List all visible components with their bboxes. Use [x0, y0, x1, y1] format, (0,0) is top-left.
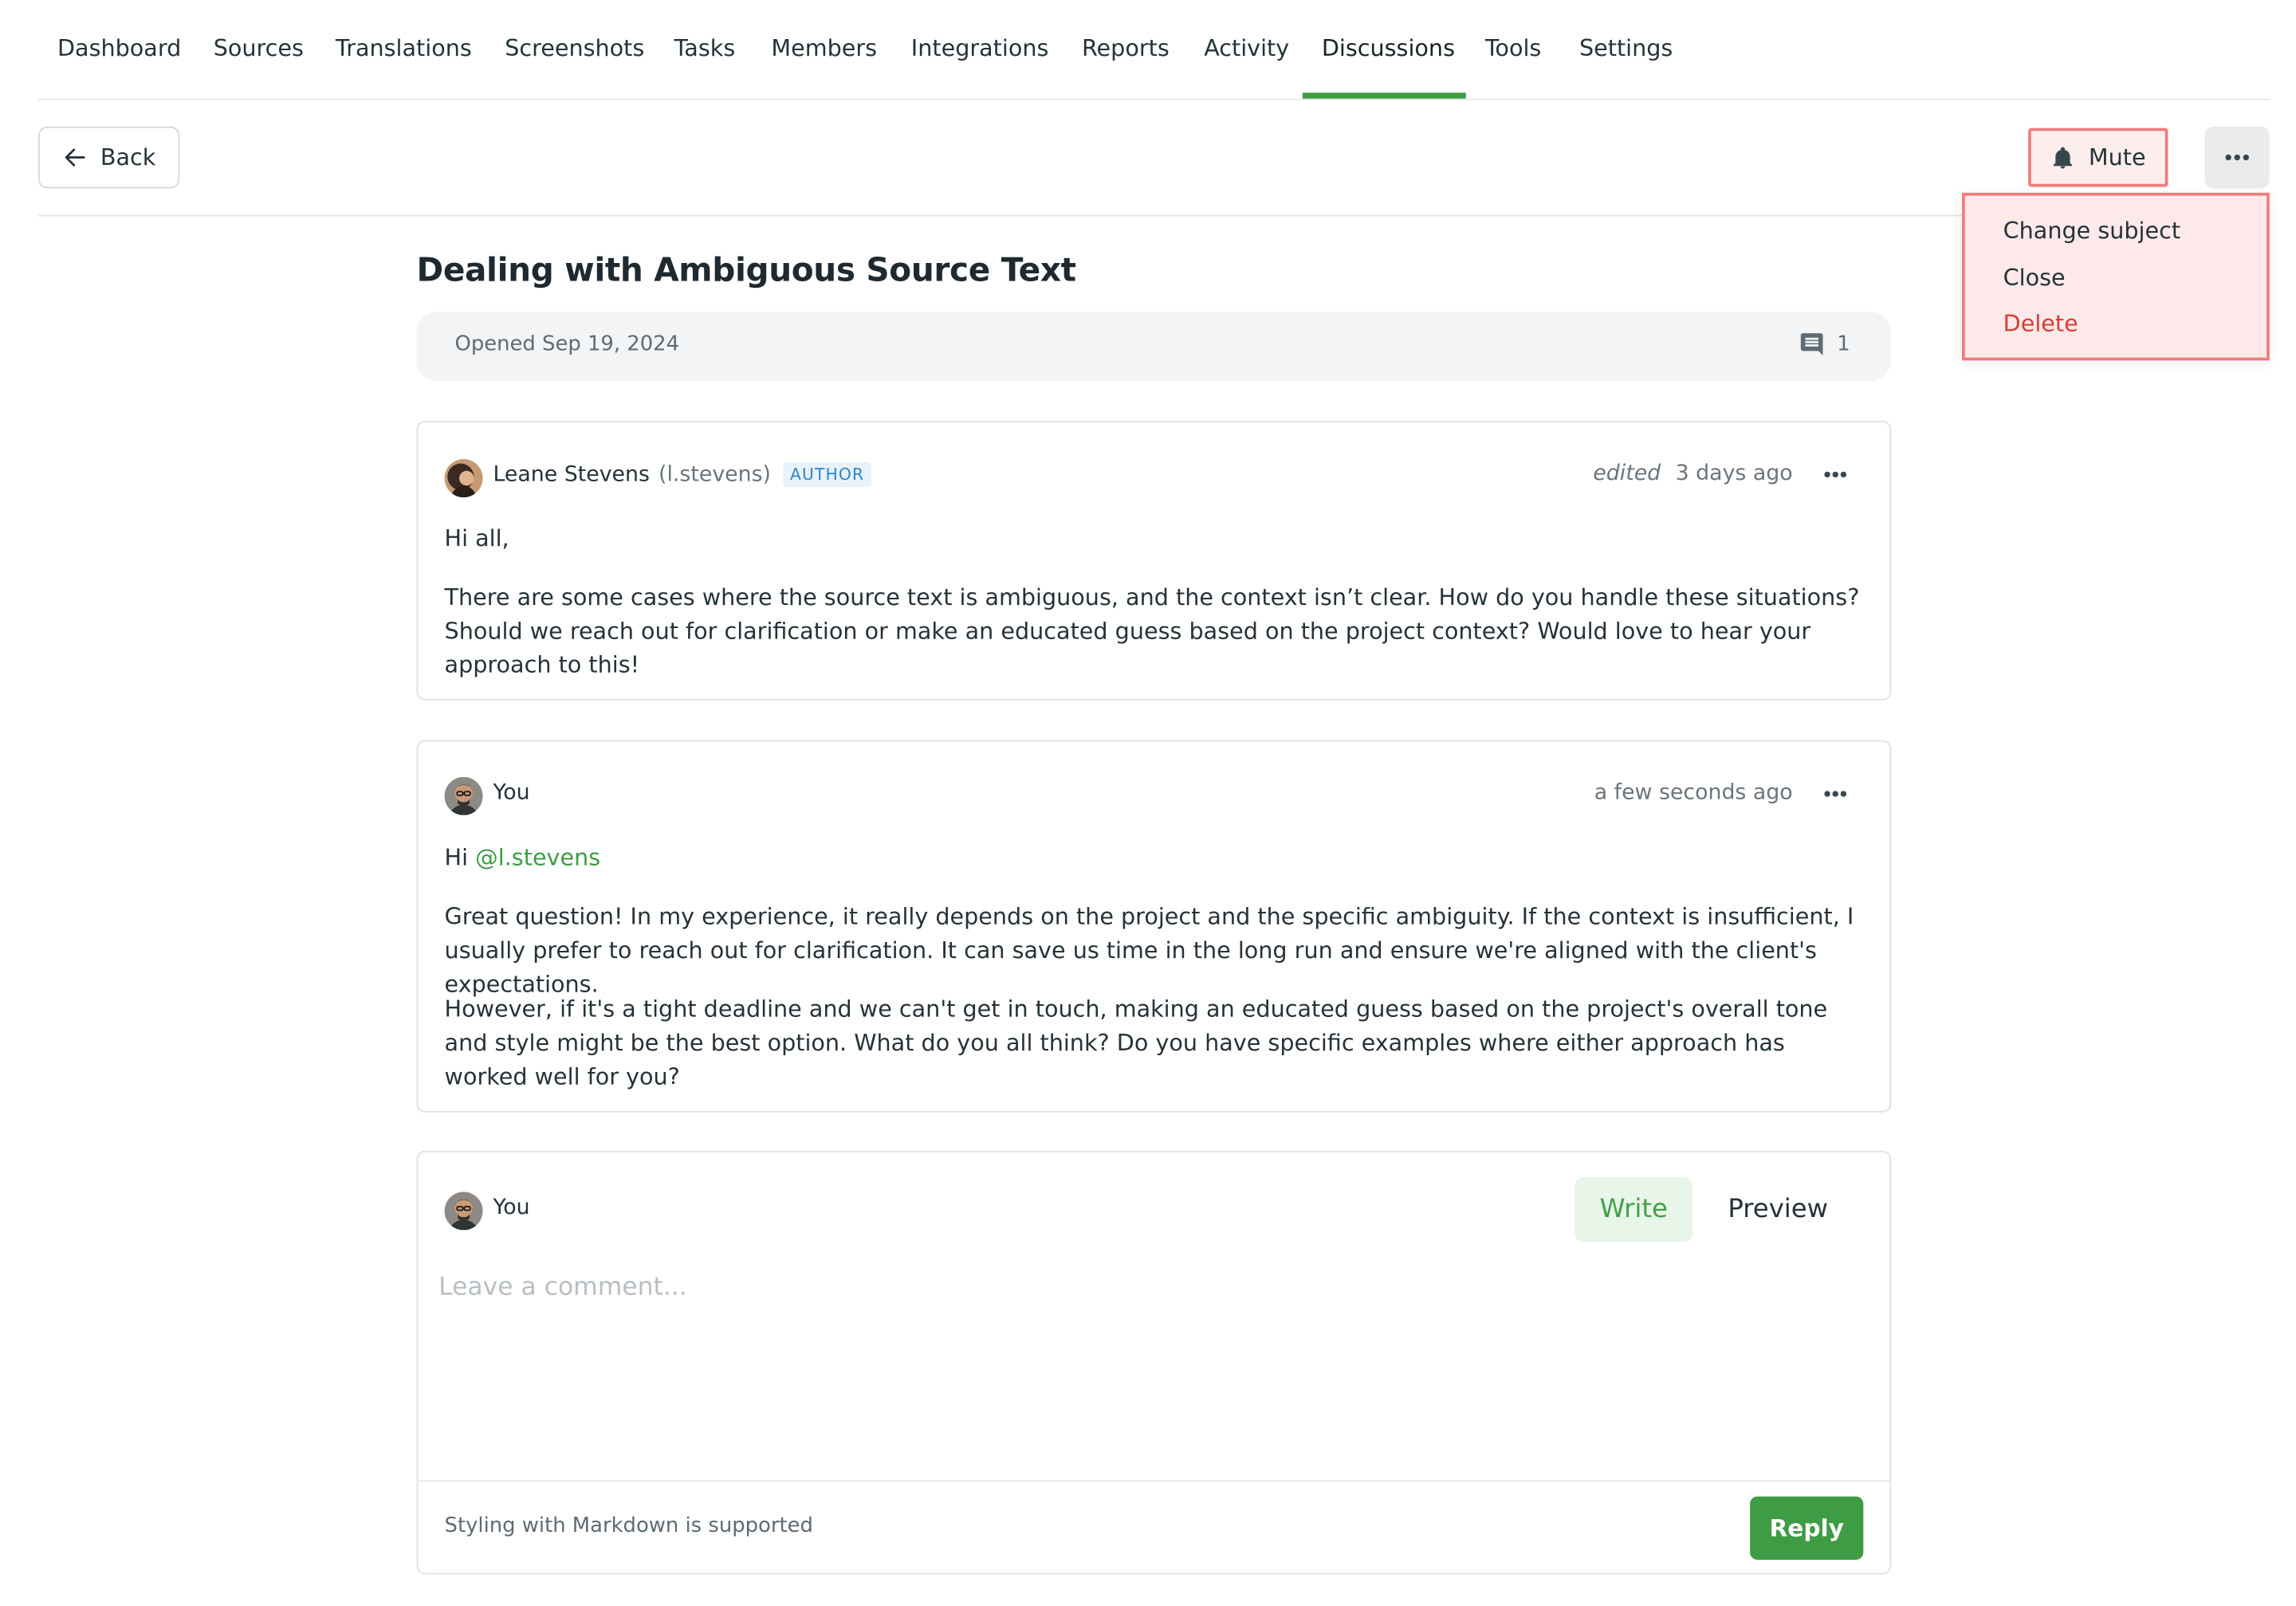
comment-card: You a few seconds ago Hi @l.stevens Grea…: [416, 740, 1892, 1113]
tab-preview[interactable]: Preview: [1693, 1177, 1863, 1242]
comment-time: edited 3 days ago: [1593, 462, 1792, 486]
author-handle: (l.stevens): [659, 462, 772, 487]
comment-menu-button[interactable]: [1816, 454, 1854, 493]
menu-item-change-subject[interactable]: Change subject: [2003, 218, 2180, 244]
author-badge: AUTHOR: [782, 461, 872, 488]
nav-item-members[interactable]: Members: [752, 0, 896, 99]
comment-composer: You Write Preview Styling with Markdown …: [416, 1150, 1892, 1575]
bell-icon: [2053, 146, 2073, 168]
opened-date: Opened Sep 19, 2024: [454, 332, 680, 356]
author-name[interactable]: You: [493, 781, 529, 805]
nav-item-sources[interactable]: Sources: [195, 0, 323, 99]
comment-menu-button[interactable]: [1816, 774, 1854, 812]
avatar: [444, 1192, 483, 1231]
avatar: [444, 459, 483, 498]
toolbar-divider: [38, 214, 2270, 217]
comment-paragraph: There are some cases where the source te…: [444, 583, 1860, 679]
composer-footer: Styling with Markdown is supported Reply: [418, 1480, 1890, 1573]
menu-item-close[interactable]: Close: [2003, 265, 2066, 291]
nav-item-screenshots[interactable]: Screenshots: [486, 0, 663, 99]
more-actions-menu: Change subject Close Delete: [1961, 192, 2270, 361]
comment-count-value: 1: [1837, 332, 1850, 356]
arrow-left-icon: [65, 148, 85, 167]
page-title: Dealing with Ambiguous Source Text: [416, 253, 1076, 290]
composer-author: You: [493, 1196, 529, 1220]
active-tab-indicator: [1302, 92, 1466, 99]
nav-item-integrations[interactable]: Integrations: [892, 0, 1068, 99]
comment-time: a few seconds ago: [1594, 781, 1793, 805]
reply-button[interactable]: Reply: [1750, 1496, 1864, 1560]
more-horizontal-icon: [1824, 790, 1847, 796]
author-name: You: [493, 1196, 530, 1220]
comment-icon: [1800, 333, 1823, 355]
author-name[interactable]: Leane Stevens: [493, 463, 649, 487]
top-nav: Dashboard Sources Translations Screensho…: [38, 0, 2270, 100]
composer-tabs: Write Preview: [1575, 1176, 1863, 1243]
nav-item-tasks[interactable]: Tasks: [655, 0, 755, 99]
user-mention[interactable]: @l.stevens: [475, 845, 600, 871]
mute-label: Mute: [2088, 143, 2146, 171]
back-label: Back: [100, 143, 156, 171]
greeting-text: Hi: [444, 844, 469, 871]
nav-item-discussions[interactable]: Discussions: [1303, 0, 1474, 99]
back-button[interactable]: Back: [38, 126, 180, 189]
nav-item-activity[interactable]: Activity: [1185, 0, 1308, 99]
comment-input[interactable]: [438, 1272, 1866, 1464]
comment-author: You: [493, 781, 529, 805]
mute-button[interactable]: Mute: [2028, 128, 2168, 187]
avatar: [444, 776, 483, 815]
edited-label: edited: [1593, 461, 1661, 486]
more-horizontal-icon: [2225, 154, 2249, 161]
nav-item-tools[interactable]: Tools: [1466, 0, 1561, 99]
comment-author: Leane Stevens (l.stevens) AUTHOR: [493, 461, 872, 488]
comment-count: 1: [1799, 331, 1850, 357]
comment-paragraph: However, if it's a tight deadline and we…: [444, 995, 1828, 1091]
discussion-meta-bar: Opened Sep 19, 2024 1: [416, 312, 1892, 382]
comment-paragraph: Great question! In my experience, it rea…: [444, 903, 1854, 998]
menu-item-delete[interactable]: Delete: [2003, 311, 2078, 337]
comment-paragraph: Hi all,: [444, 525, 509, 552]
timestamp: 3 days ago: [1675, 461, 1793, 486]
more-horizontal-icon: [1824, 470, 1847, 477]
more-actions-button[interactable]: [2204, 126, 2270, 189]
comment-card: Leane Stevens (l.stevens) AUTHOR edited 3…: [416, 421, 1892, 701]
nav-item-settings[interactable]: Settings: [1560, 0, 1692, 99]
markdown-note: Styling with Markdown is supported: [444, 1514, 813, 1538]
timestamp: a few seconds ago: [1594, 781, 1793, 805]
nav-item-reports[interactable]: Reports: [1063, 0, 1189, 99]
comment-greeting: Hi @l.stevens: [445, 842, 1864, 875]
nav-item-translations[interactable]: Translations: [316, 0, 491, 99]
nav-item-dashboard[interactable]: Dashboard: [38, 0, 200, 99]
tab-write[interactable]: Write: [1575, 1176, 1693, 1243]
